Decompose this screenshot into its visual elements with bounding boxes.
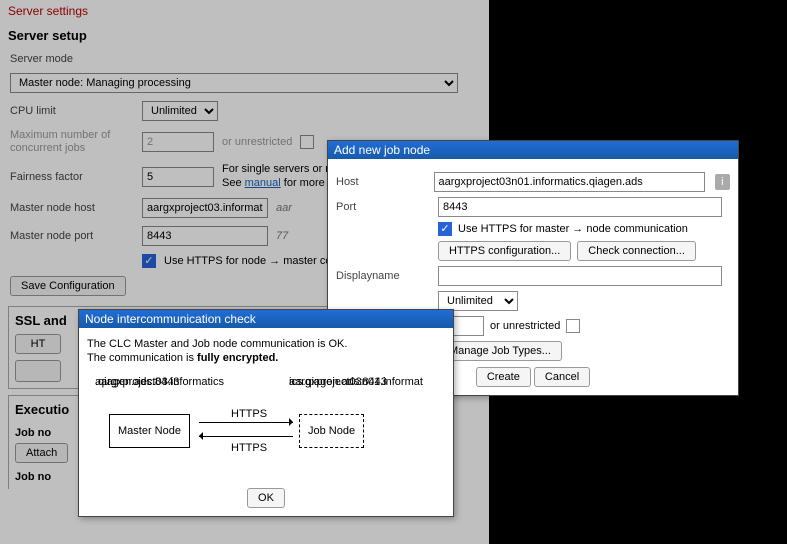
- master-node-box: Master Node: [109, 414, 190, 448]
- check-dialog-title: Node intercommunication check: [79, 310, 453, 328]
- arrow-right-icon: [199, 422, 293, 423]
- check-connection-button[interactable]: Check connection...: [577, 241, 696, 261]
- host-label: Host: [336, 176, 428, 188]
- https-configuration-button[interactable]: HTTPS configuration...: [438, 241, 571, 261]
- displayname-label: Displayname: [336, 270, 432, 282]
- use-https-master-node-checkbox[interactable]: ✓: [438, 222, 452, 236]
- check-status-line-1: The CLC Master and Job node communicatio…: [87, 338, 445, 350]
- intercommunication-check-dialog: Node intercommunication check The CLC Ma…: [78, 309, 454, 517]
- port-label: Port: [336, 201, 432, 213]
- or-unrestricted-dialog-text: or unrestricted: [490, 320, 560, 332]
- check-status-line-2: The communication is fully encrypted.: [87, 352, 445, 364]
- unrestricted-dialog-checkbox[interactable]: [566, 319, 580, 333]
- host-input[interactable]: [434, 172, 705, 192]
- use-https-master-node-label: Use HTTPS for master → node communicatio…: [458, 223, 688, 235]
- info-icon[interactable]: i: [715, 174, 730, 190]
- add-dialog-title: Add new job node: [328, 141, 738, 159]
- manage-job-types-button[interactable]: Manage Job Types...: [438, 341, 562, 361]
- create-button[interactable]: Create: [476, 367, 531, 387]
- communication-diagram: aargxproject03.informatics .qiagen.ads:8…: [91, 376, 441, 476]
- ok-button[interactable]: OK: [247, 488, 285, 508]
- displayname-input[interactable]: [438, 266, 722, 286]
- cancel-button[interactable]: Cancel: [534, 367, 590, 387]
- cpu-limit-dialog-select[interactable]: Unlimited: [438, 291, 518, 311]
- job-node-box: Job Node: [299, 414, 364, 448]
- arrow-left-icon: [199, 436, 293, 437]
- port-input[interactable]: [438, 197, 722, 217]
